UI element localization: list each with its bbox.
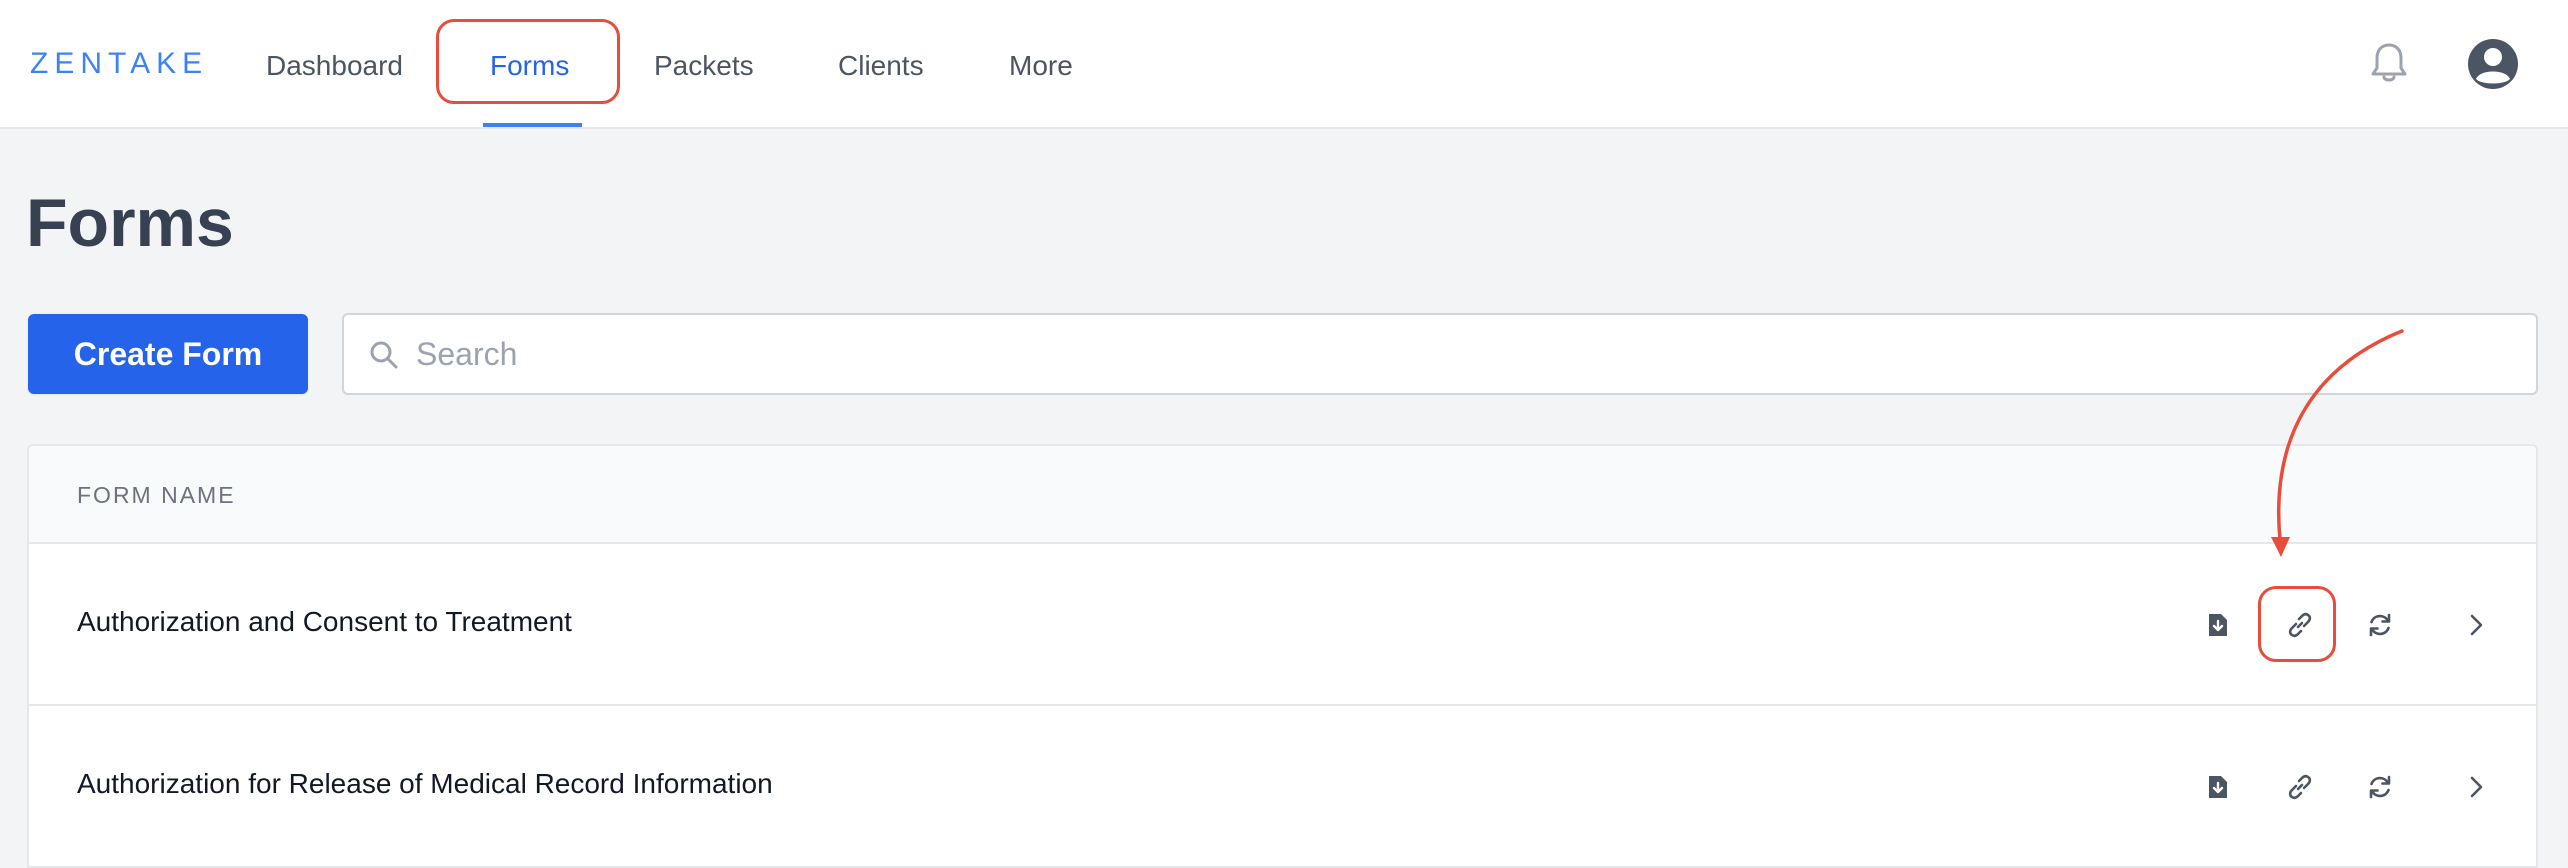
nav-forms[interactable]: Forms <box>490 42 569 90</box>
search-icon <box>368 339 400 376</box>
link-icon[interactable] <box>2276 601 2324 649</box>
form-name[interactable]: Authorization and Consent to Treatment <box>77 606 572 638</box>
table-row[interactable]: Authorization and Consent to Treatment <box>29 544 2536 706</box>
zentake-logo[interactable]: ZENTAKE <box>30 44 208 84</box>
refresh-icon[interactable] <box>2356 601 2404 649</box>
download-icon[interactable] <box>2194 601 2242 649</box>
chevron-right-icon[interactable] <box>2452 601 2500 649</box>
link-icon[interactable] <box>2276 763 2324 811</box>
search-input[interactable] <box>416 325 2506 383</box>
table-row[interactable]: Authorization for Release of Medical Rec… <box>29 706 2536 868</box>
search-box <box>342 313 2538 395</box>
active-tab-indicator <box>483 123 582 127</box>
nav-packets[interactable]: Packets <box>654 42 754 90</box>
top-navigation-bar: ZENTAKE Dashboard Forms Packets Clients … <box>0 0 2568 129</box>
form-name[interactable]: Authorization for Release of Medical Rec… <box>77 768 773 800</box>
page-title: Forms <box>26 185 234 261</box>
create-form-button[interactable]: Create Form <box>28 314 308 394</box>
table-header: FORM NAME <box>29 446 2536 544</box>
column-header-form-name: FORM NAME <box>77 482 236 508</box>
download-icon[interactable] <box>2194 763 2242 811</box>
nav-more[interactable]: More <box>1009 42 1073 90</box>
chevron-right-icon[interactable] <box>2452 763 2500 811</box>
bell-icon[interactable] <box>2369 40 2409 91</box>
user-circle-icon[interactable] <box>2466 37 2520 96</box>
forms-table: FORM NAME Authorization and Consent to T… <box>27 444 2538 868</box>
nav-dashboard[interactable]: Dashboard <box>266 42 403 90</box>
nav-clients[interactable]: Clients <box>838 42 924 90</box>
refresh-icon[interactable] <box>2356 763 2404 811</box>
